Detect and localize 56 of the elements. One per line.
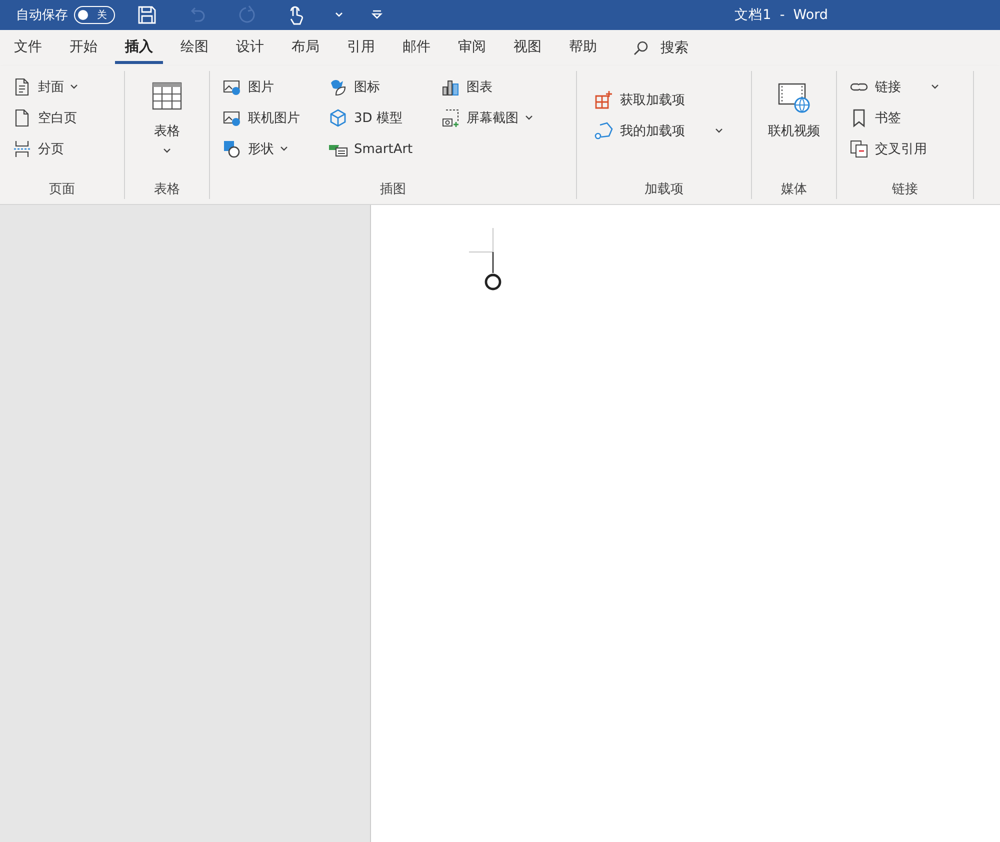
model-icon: [328, 108, 348, 128]
group-label: 页面: [49, 181, 75, 199]
customize-toolbar-icon[interactable]: [371, 10, 383, 20]
link-button[interactable]: 链接: [847, 74, 941, 100]
save-icon[interactable]: [137, 4, 157, 24]
pagebreak-button[interactable]: 分页: [10, 136, 80, 162]
ribbon-tab[interactable]: 审阅: [448, 32, 496, 64]
ribbon-tab[interactable]: 绘图: [170, 32, 218, 64]
icons-icon: [328, 77, 348, 97]
caret-icon: [715, 128, 723, 134]
blank-button[interactable]: 空白页: [10, 105, 80, 131]
window-title: 文档1 - Word: [734, 6, 828, 24]
ribbon-tab[interactable]: 设计: [226, 32, 274, 64]
myaddins-icon: [594, 121, 614, 141]
smartart-button[interactable]: SmartArt: [326, 136, 415, 162]
caret-icon: [163, 148, 171, 154]
group-label: 媒体: [781, 181, 807, 199]
getaddins-icon: [594, 90, 614, 110]
getaddins-button[interactable]: 获取加载项: [592, 87, 725, 113]
model-button[interactable]: 3D 模型: [326, 105, 415, 131]
caret-icon[interactable]: [335, 12, 343, 18]
ribbon-tab[interactable]: 邮件: [392, 32, 440, 64]
ribbon-tab[interactable]: 视图: [504, 32, 552, 64]
search-button[interactable]: 搜索: [626, 38, 694, 58]
group-label: 链接: [892, 181, 918, 199]
ribbon-tab[interactable]: 文件: [4, 32, 52, 64]
crossref-button[interactable]: 交叉引用: [847, 136, 941, 162]
myaddins-button[interactable]: 我的加载项: [592, 118, 725, 144]
crossref-icon: [849, 139, 869, 159]
ribbon-tab[interactable]: 引用: [337, 32, 385, 64]
autosave-toggle[interactable]: 关: [74, 6, 115, 24]
caret-icon: [931, 84, 939, 90]
shapes-button[interactable]: 形状: [220, 136, 302, 162]
group-label: 表格: [154, 181, 180, 199]
group-label: 加载项: [644, 181, 684, 199]
caret-icon: [280, 146, 288, 152]
video-button[interactable]: 联机视频: [766, 74, 822, 143]
ribbon-tab[interactable]: 帮助: [559, 32, 607, 64]
screenshot-button[interactable]: 屏幕截图: [438, 105, 535, 131]
icons-button[interactable]: 图标: [326, 74, 415, 100]
search-icon: [632, 40, 648, 56]
caret-icon: [524, 115, 533, 121]
ribbon-tab[interactable]: 开始: [60, 32, 108, 64]
onlinepicture-button[interactable]: 联机图片: [220, 105, 302, 131]
bookmark-button[interactable]: 书签: [847, 105, 941, 131]
screenshot-icon: [440, 108, 461, 128]
cover-button[interactable]: 封面: [10, 74, 80, 100]
caret-icon: [70, 84, 78, 90]
picture-button[interactable]: 图片: [220, 74, 302, 100]
ribbon-tab[interactable]: 布局: [282, 32, 330, 64]
autosave-label: 自动保存: [16, 6, 68, 24]
table-button[interactable]: 表格: [148, 74, 186, 157]
group-label: 插图: [380, 181, 406, 199]
chart-button[interactable]: 图表: [438, 74, 535, 100]
shapes-icon: [222, 139, 242, 159]
pagebreak-icon: [12, 139, 32, 159]
